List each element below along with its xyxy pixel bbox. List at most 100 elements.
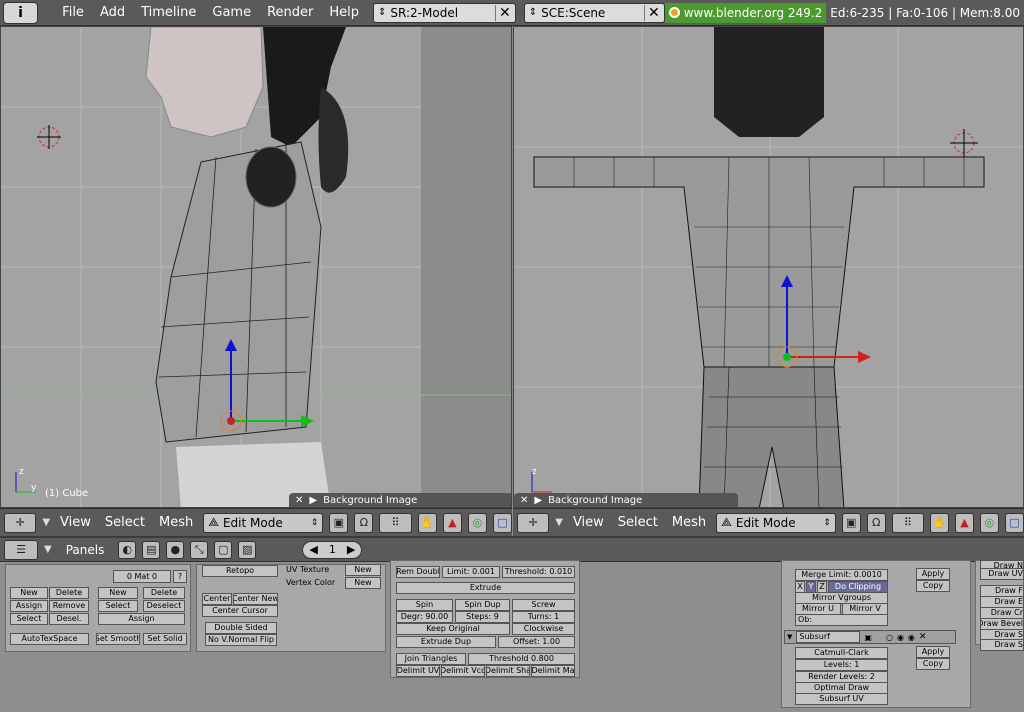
menu-add[interactable]: Add (92, 5, 133, 20)
chevron-down-icon[interactable]: ▼ (44, 544, 52, 555)
left-3d-viewport[interactable]: z y (1) Cube ✕ ▶ Background Image (0, 26, 512, 508)
threshold-field[interactable]: Threshold: 0.010 (502, 566, 575, 578)
double-sided-button[interactable]: Double Sided (205, 622, 277, 634)
manipulator-rotate-button[interactable]: ◎ (979, 512, 999, 533)
set-solid-button[interactable]: Set Solid (143, 633, 187, 645)
right-3d-viewport[interactable]: z ✕ ▶ Background Image (513, 26, 1024, 508)
subsurf-levels-field[interactable]: Levels: 1 (795, 659, 888, 671)
menu-game[interactable]: Game (204, 5, 259, 20)
limit-field[interactable]: Limit: 0.001 (442, 566, 500, 578)
menu-file[interactable]: File (54, 5, 92, 20)
new-material-button[interactable]: New (10, 587, 48, 599)
manipulator-translate-button[interactable]: ▲ (954, 512, 974, 533)
logic-context-button[interactable]: ◐ (118, 540, 137, 559)
merge-limit-field[interactable]: Merge Limit: 0.0010 (795, 569, 888, 581)
render-toggle-icon[interactable]: ▣ (864, 633, 872, 642)
spin-button[interactable]: Spin (396, 599, 453, 611)
deselect-material-button[interactable]: Desel. (49, 613, 89, 625)
chevron-down-icon[interactable]: ▼ (42, 517, 50, 528)
select-material-button[interactable]: Select (10, 613, 48, 625)
delete-vgroup-button[interactable]: Delete (143, 587, 185, 599)
menu-select[interactable]: Select (101, 515, 149, 530)
mirror-object-field[interactable]: Ob: (795, 614, 888, 626)
copy-subsurf-button[interactable]: Copy (916, 658, 950, 670)
draw-type-button[interactable]: ▣ (841, 512, 861, 533)
center-new-button[interactable]: Center New (233, 593, 278, 605)
degr-field[interactable]: Degr: 90.00 (396, 611, 453, 623)
manipulator-scale-button[interactable]: □ (1004, 512, 1024, 533)
join-threshold-field[interactable]: Threshold 0.800 (468, 653, 575, 665)
script-context-button[interactable]: ▤ (142, 540, 161, 559)
menu-timeline[interactable]: Timeline (133, 5, 204, 20)
scene-context-button[interactable]: ▨ (238, 540, 257, 559)
apply-mirror-button[interactable]: Apply (916, 568, 950, 580)
menu-mesh[interactable]: Mesh (155, 515, 197, 530)
editor-type-button[interactable]: ✛ (4, 512, 37, 533)
mode-selector[interactable]: ⟁ Edit Mode ⇕ (203, 512, 324, 533)
assign-material-button[interactable]: Assign (10, 600, 48, 612)
material-help-button[interactable]: ? (173, 570, 187, 583)
extrude-dup-button[interactable]: Extrude Dup (396, 636, 496, 648)
center-button[interactable]: Center (202, 593, 232, 605)
menu-mesh[interactable]: Mesh (668, 515, 710, 530)
clockwise-button[interactable]: Clockwise (512, 623, 575, 635)
editor-type-button[interactable]: ✛ (517, 512, 550, 533)
rem-doubles-button[interactable]: Rem Doubl (396, 566, 440, 578)
apply-subsurf-button[interactable]: Apply (916, 646, 950, 658)
draw-type-button[interactable]: ▣ (329, 512, 349, 533)
scene-close-icon[interactable]: ✕ (643, 4, 660, 21)
manipulator-hand-button[interactable]: ✋ (417, 512, 437, 533)
screen-selector[interactable]: ⇕ SR:2-Model ✕ (373, 2, 516, 23)
steps-field[interactable]: Steps: 9 (455, 611, 510, 623)
menu-view[interactable]: View (56, 515, 95, 530)
shading-context-button[interactable]: ● (166, 540, 185, 559)
scene-selector[interactable]: ⇕ SCE:Scene ✕ (523, 2, 665, 23)
chevron-down-icon[interactable]: ▼ (555, 517, 563, 528)
close-icon[interactable]: ✕ (919, 632, 927, 642)
panel-close-icon[interactable]: ✕ (520, 495, 528, 506)
delete-material-button[interactable]: Delete (49, 587, 89, 599)
new-vertex-color-button[interactable]: New (345, 577, 381, 589)
screen-browse-icon[interactable]: ⇕ (378, 7, 386, 18)
mode-selector[interactable]: ⟁ Edit Mode ⇕ (716, 512, 836, 533)
chevron-down-icon[interactable]: ▼ (787, 633, 792, 641)
delimit-sha-button[interactable]: Delimit Sha (486, 665, 530, 677)
manipulator-hand-button[interactable]: ✋ (929, 512, 949, 533)
panel-collapse-icon[interactable]: ▶ (534, 495, 542, 506)
deselect-vgroup-button[interactable]: Deselect (143, 600, 185, 612)
frame-field[interactable]: ◀ 1 ▶ (302, 540, 363, 559)
new-vgroup-button[interactable]: New (98, 587, 138, 599)
retopo-button[interactable]: Retopo (202, 565, 278, 577)
move-down-icon[interactable]: ◉ (908, 633, 915, 642)
delimit-vco-button[interactable]: Delimit Vco (441, 665, 485, 677)
menu-render[interactable]: Render (259, 5, 321, 20)
keep-original-button[interactable]: Keep Original (396, 623, 510, 635)
arrow-left-icon[interactable]: ◀ (309, 543, 317, 556)
extrude-button[interactable]: Extrude (396, 582, 575, 594)
object-context-button[interactable]: ⤡ (190, 540, 209, 559)
layers-button[interactable]: ⠿ (891, 512, 924, 533)
manipulator-rotate-button[interactable]: ◎ (467, 512, 487, 533)
select-vgroup-button[interactable]: Select (98, 600, 138, 612)
move-up-icon[interactable]: ◉ (897, 633, 904, 642)
screw-button[interactable]: Screw (512, 599, 575, 611)
center-cursor-button[interactable]: Center Cursor (202, 605, 278, 617)
layers-button[interactable]: ⠿ (379, 512, 412, 533)
no-vnormal-flip-button[interactable]: No V.Normal Flip (205, 634, 277, 646)
menu-help[interactable]: Help (321, 5, 367, 20)
join-triangles-button[interactable]: Join Triangles (396, 653, 466, 665)
arrow-right-icon[interactable]: ▶ (347, 543, 355, 556)
right-background-image-panel[interactable]: ✕ ▶ Background Image (514, 493, 738, 507)
offset-field[interactable]: Offset: 1.00 (498, 636, 575, 648)
left-background-image-panel[interactable]: ✕ ▶ Background Image (289, 493, 511, 507)
delimit-ma-button[interactable]: Delimit Ma (531, 665, 575, 677)
menu-panels[interactable]: Panels (58, 543, 113, 557)
autotexspace-button[interactable]: AutoTexSpace (10, 633, 89, 645)
scene-browse-icon[interactable]: ⇕ (529, 7, 537, 18)
right-viewport-canvas[interactable] (514, 27, 1024, 508)
draw-option-8[interactable]: Draw S (980, 639, 1024, 651)
material-index-field[interactable]: 0 Mat 0 (113, 570, 171, 583)
menu-select[interactable]: Select (614, 515, 662, 530)
assign-vgroup-button[interactable]: Assign (98, 613, 185, 625)
panel-close-icon[interactable]: ✕ (295, 495, 303, 506)
